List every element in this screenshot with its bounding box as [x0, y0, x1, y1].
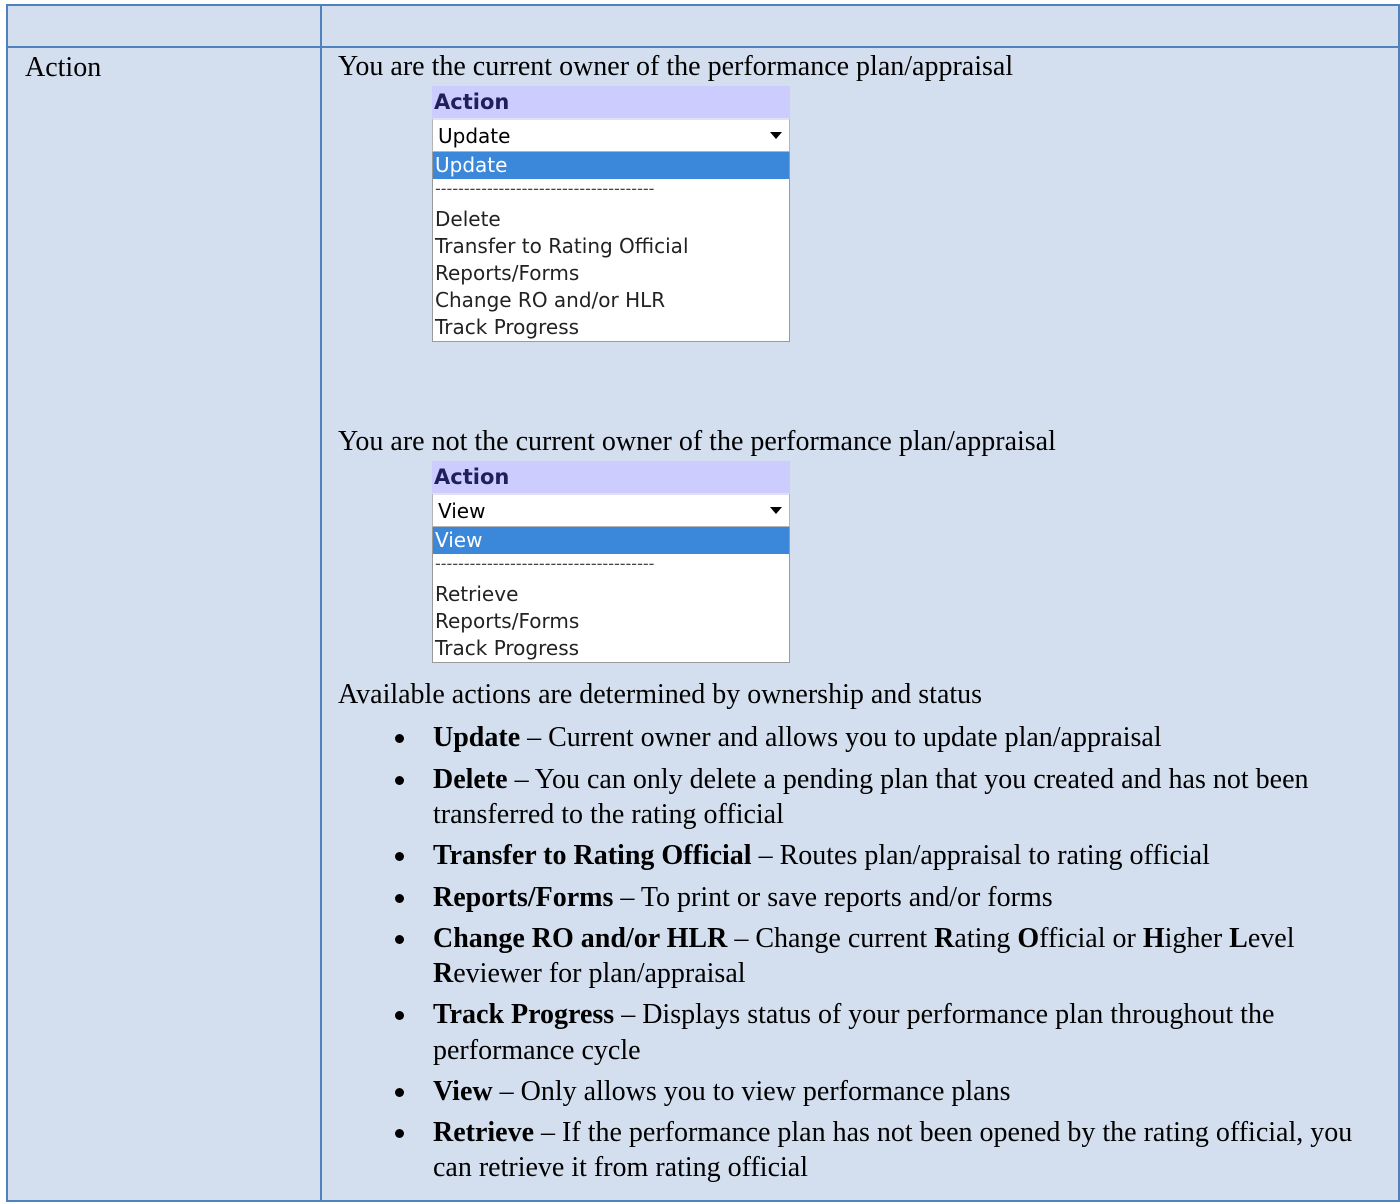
select-value: Update [438, 123, 511, 148]
action-description-part: R [934, 922, 955, 954]
action-description-part: igher [1164, 922, 1230, 954]
option-separator: -------------------------------------- [435, 179, 655, 198]
bullet-icon [395, 934, 404, 944]
option-transfer[interactable]: Transfer to Rating Official [433, 233, 789, 260]
header-cell-right [320, 4, 1400, 48]
list-item: Transfer to Rating Official – Routes pla… [338, 838, 1378, 873]
content-cell: You are the current owner of the perform… [320, 46, 1400, 1202]
chevron-down-icon[interactable] [770, 132, 782, 139]
option-separator: -------------------------------------- [435, 554, 655, 573]
dropdown-options: View -----------------------------------… [432, 527, 790, 663]
action-term: Transfer to Rating Official [433, 840, 752, 872]
dropdown-header: Action [432, 86, 790, 118]
option-update[interactable]: Update [433, 152, 789, 179]
action-description-part: R [433, 958, 454, 990]
bullet-icon [395, 775, 404, 785]
option-track-progress[interactable]: Track Progress [433, 314, 789, 341]
option-reports-forms[interactable]: Reports/Forms [433, 608, 789, 635]
owner-action-dropdown: Action Update Update -------------------… [432, 86, 790, 342]
section1-intro: You are the current owner of the perform… [338, 51, 1014, 82]
action-select[interactable]: View [432, 493, 790, 527]
action-term: Update [433, 722, 521, 754]
option-delete[interactable]: Delete [433, 206, 789, 233]
option-reports-forms[interactable]: Reports/Forms [433, 260, 789, 287]
table-body-row: Action You are the current owner of the … [6, 46, 1400, 1202]
dropdown-header: Action [432, 461, 790, 493]
option-track-progress[interactable]: Track Progress [433, 635, 789, 662]
action-select[interactable]: Update [432, 118, 790, 152]
option-retrieve[interactable]: Retrieve [433, 581, 789, 608]
action-description-part: H [1142, 922, 1165, 954]
list-item: Reports/Forms – To print or save reports… [338, 880, 1378, 915]
row-label: Action [25, 52, 102, 83]
option-change-ro-hlr[interactable]: Change RO and/or HLR [433, 287, 789, 314]
action-description-part: O [1017, 922, 1040, 954]
bullet-icon [395, 734, 404, 744]
action-definitions-list: Update – Current owner and allows you to… [338, 720, 1378, 1185]
action-description-part: ating [954, 922, 1018, 954]
action-term: Retrieve [433, 1117, 535, 1149]
action-term: Change RO and/or HLR [433, 922, 728, 954]
list-item: Delete – You can only delete a pending p… [338, 762, 1378, 833]
header-cell-left [6, 4, 322, 48]
bullet-icon [395, 1011, 404, 1021]
action-description: – Routes plan/appraisal to rating offici… [751, 840, 1210, 872]
row-label-cell: Action [6, 46, 322, 1202]
action-term: Delete [433, 763, 508, 795]
action-description-part: fficial or [1039, 922, 1143, 954]
list-item: Track Progress – Displays status of your… [338, 997, 1378, 1068]
document-table: Action You are the current owner of the … [6, 4, 1400, 1202]
list-item: Change RO and/or HLR – Change current Ra… [338, 921, 1378, 992]
action-description: – To print or save reports and/or forms [613, 881, 1053, 913]
list-item: Retrieve – If the performance plan has n… [338, 1115, 1378, 1186]
action-description-part: evel [1247, 922, 1295, 954]
action-description-part: L [1229, 922, 1248, 954]
bullet-icon [395, 1129, 404, 1139]
available-actions: Available actions are determined by owne… [338, 678, 1378, 1192]
bullet-icon [395, 852, 404, 862]
available-intro: Available actions are determined by owne… [338, 679, 983, 710]
action-description: – Current owner and allows you to update… [520, 722, 1162, 754]
bullet-icon [395, 893, 404, 903]
action-description: – If the performance plan has not been o… [433, 1117, 1353, 1184]
content-area: You are the current owner of the perform… [322, 48, 1398, 1200]
action-term: Reports/Forms [433, 881, 614, 913]
action-description-part: eviewer for plan/appraisal [453, 958, 746, 990]
action-description: – You can only delete a pending plan tha… [433, 763, 1309, 830]
nonowner-action-dropdown: Action View View -----------------------… [432, 461, 790, 663]
action-description: – Only allows you to view performance pl… [492, 1075, 1011, 1107]
table-header-row [6, 4, 1400, 48]
chevron-down-icon[interactable] [770, 507, 782, 514]
bullet-icon [395, 1087, 404, 1097]
action-term: Track Progress [433, 999, 615, 1031]
action-description-part: – Change current [727, 922, 935, 954]
section2-intro: You are not the current owner of the per… [338, 426, 1056, 457]
list-item: View – Only allows you to view performan… [338, 1074, 1378, 1109]
list-item: Update – Current owner and allows you to… [338, 720, 1378, 755]
action-term: View [433, 1075, 493, 1107]
option-view[interactable]: View [433, 527, 789, 554]
dropdown-options: Update ---------------------------------… [432, 152, 790, 342]
select-value: View [438, 498, 486, 523]
